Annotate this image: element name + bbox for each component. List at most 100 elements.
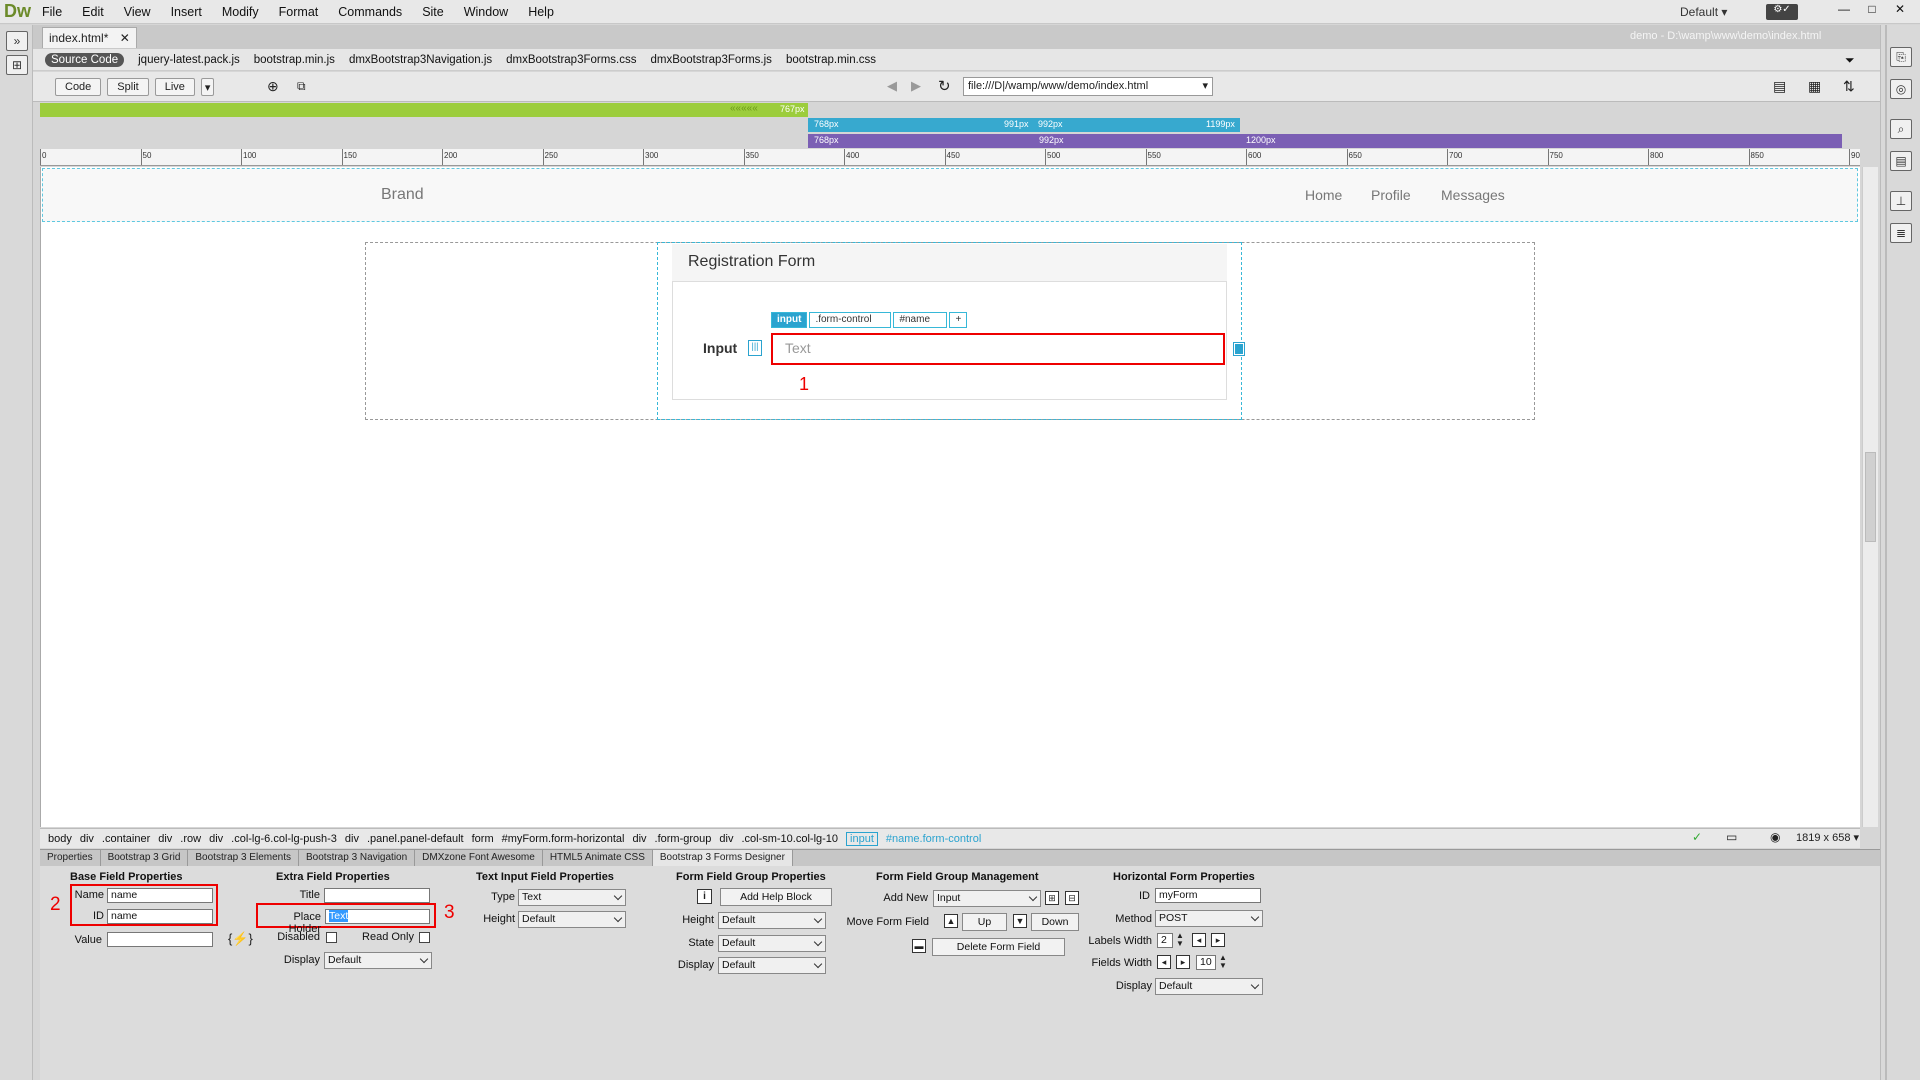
- ffg-height-select[interactable]: Default: [718, 912, 826, 929]
- database-icon[interactable]: ◎: [1890, 79, 1912, 99]
- id-field[interactable]: name: [107, 909, 213, 924]
- collapse-arrows-icon[interactable]: »: [6, 31, 28, 51]
- tag-crumb[interactable]: .col-lg-6.col-lg-push-3: [231, 833, 337, 845]
- media-query-max-767[interactable]: 767px «««««: [40, 103, 808, 117]
- info-icon[interactable]: i: [697, 889, 712, 904]
- state-select[interactable]: Default: [718, 935, 826, 952]
- assets-icon[interactable]: ▤: [1890, 151, 1912, 171]
- labels-increase-icon[interactable]: ▸: [1211, 933, 1225, 947]
- sitemap-icon[interactable]: ⊥: [1890, 191, 1912, 211]
- title-field[interactable]: [324, 888, 430, 903]
- tag-crumb[interactable]: body: [48, 833, 72, 845]
- visual-aids-icon[interactable]: ▤: [1773, 78, 1786, 95]
- menu-view[interactable]: View: [124, 5, 151, 19]
- tag-crumb[interactable]: div: [80, 833, 94, 845]
- menu-commands[interactable]: Commands: [338, 5, 402, 19]
- menu-file[interactable]: File: [42, 5, 62, 19]
- device-preview-icon[interactable]: ▭: [1726, 830, 1737, 844]
- labels-stepper-icon[interactable]: ▲ ▼: [1176, 932, 1184, 948]
- media-query-768-1199[interactable]: 768px 991px 992px 1199px: [808, 118, 1240, 132]
- tag-crumb-selected-class[interactable]: #name.form-control: [886, 833, 981, 845]
- tag-crumb[interactable]: div: [345, 833, 359, 845]
- tag-crumb[interactable]: form: [472, 833, 494, 845]
- tag-crumb[interactable]: div: [209, 833, 223, 845]
- related-file[interactable]: dmxBootstrap3Navigation.js: [349, 54, 492, 66]
- code-inspect-icon[interactable]: ⌕: [1890, 119, 1912, 139]
- delete-icon[interactable]: ▬: [912, 939, 926, 953]
- method-select[interactable]: POST: [1155, 910, 1263, 927]
- page-options-icon[interactable]: ▦: [1808, 78, 1821, 95]
- tag-crumb-selected[interactable]: input: [846, 831, 878, 846]
- live-dropdown-icon[interactable]: ▾: [200, 78, 215, 96]
- tab-forms-designer[interactable]: Bootstrap 3 Forms Designer: [652, 850, 793, 866]
- nav-profile[interactable]: Profile: [1371, 187, 1411, 203]
- tag-crumb[interactable]: div: [158, 833, 172, 845]
- hud-tag[interactable]: input: [771, 312, 808, 328]
- snippets-icon[interactable]: ≣: [1890, 223, 1912, 243]
- navbar[interactable]: Brand Home Profile Messages: [42, 168, 1858, 222]
- menu-insert[interactable]: Insert: [171, 5, 202, 19]
- move-down-icon[interactable]: ▼: [1013, 914, 1027, 928]
- move-down-button[interactable]: Down: [1031, 913, 1079, 931]
- related-file[interactable]: dmxBootstrap3Forms.js: [651, 54, 772, 66]
- labels-width-field[interactable]: 2: [1157, 933, 1173, 948]
- close-icon[interactable]: ✕: [1886, 2, 1914, 20]
- related-file[interactable]: jquery-latest.pack.js: [138, 54, 240, 66]
- gear-icon[interactable]: ⚙✓: [1766, 4, 1798, 20]
- inspect-target-icon[interactable]: ⊕: [267, 78, 279, 95]
- fields-increase-icon[interactable]: ▸: [1176, 955, 1190, 969]
- insert-panel-icon[interactable]: ⊞: [6, 55, 28, 75]
- hud-add-button[interactable]: +: [949, 312, 968, 328]
- address-bar[interactable]: file:///D|/wamp/www/demo/index.html ▾: [963, 77, 1213, 96]
- tab-properties[interactable]: Properties: [40, 850, 101, 866]
- address-dropdown-icon[interactable]: ▾: [1202, 79, 1208, 92]
- name-field[interactable]: name: [107, 888, 213, 903]
- back-arrow-icon[interactable]: ◀: [887, 78, 897, 94]
- media-query-min-768[interactable]: 768px 992px 1200px: [808, 134, 1842, 148]
- insert-icon[interactable]: ⎘: [1890, 47, 1912, 67]
- labels-decrease-icon[interactable]: ◂: [1192, 933, 1206, 947]
- tag-crumb[interactable]: .row: [180, 833, 201, 845]
- move-up-icon[interactable]: ▲: [944, 914, 958, 928]
- menu-format[interactable]: Format: [279, 5, 319, 19]
- refresh-icon[interactable]: ↻: [938, 77, 951, 95]
- nav-messages[interactable]: Messages: [1441, 187, 1505, 203]
- menu-modify[interactable]: Modify: [222, 5, 259, 19]
- form-id-field[interactable]: myForm: [1155, 888, 1261, 903]
- workspace-switcher[interactable]: Default ▾: [1680, 5, 1727, 19]
- navbar-brand[interactable]: Brand: [381, 186, 424, 204]
- window-size[interactable]: 1819 x 658 ▾: [1796, 831, 1859, 844]
- minimize-icon[interactable]: —: [1830, 2, 1858, 20]
- tag-crumb[interactable]: #myForm.form-horizontal: [502, 833, 625, 845]
- tag-crumb[interactable]: .panel.panel-default: [367, 833, 464, 845]
- resize-handle-icon[interactable]: |||: [748, 340, 762, 356]
- placeholder-field[interactable]: Text: [325, 909, 430, 924]
- tab-index-html[interactable]: index.html* ✕: [42, 27, 137, 48]
- filter-icon[interactable]: ⏷: [1845, 53, 1855, 68]
- hud-class[interactable]: .form-control: [809, 312, 892, 328]
- menu-help[interactable]: Help: [528, 5, 554, 19]
- delete-form-field-button[interactable]: Delete Form Field: [932, 938, 1065, 956]
- vertical-scrollbar[interactable]: [1862, 167, 1878, 827]
- add-help-block-button[interactable]: Add Help Block: [720, 888, 832, 906]
- tag-crumb[interactable]: .form-group: [655, 833, 712, 845]
- tab-bootstrap-elements[interactable]: Bootstrap 3 Elements: [188, 850, 299, 866]
- display-select[interactable]: Default: [324, 952, 432, 969]
- menu-site[interactable]: Site: [422, 5, 444, 19]
- multiscreen-icon[interactable]: ⧉: [297, 79, 306, 94]
- scrollbar-thumb[interactable]: [1865, 452, 1876, 542]
- text-input[interactable]: Text: [771, 333, 1225, 365]
- related-file[interactable]: dmxBootstrap3Forms.css: [506, 54, 636, 66]
- tab-font-awesome[interactable]: DMXzone Font Awesome: [415, 850, 543, 866]
- split-view-button[interactable]: Split: [107, 78, 149, 96]
- tab-bootstrap-navigation[interactable]: Bootstrap 3 Navigation: [299, 850, 416, 866]
- dynamic-data-icon[interactable]: {⚡}: [228, 931, 253, 947]
- related-file[interactable]: bootstrap.min.js: [254, 54, 335, 66]
- nav-home[interactable]: Home: [1305, 187, 1342, 203]
- valid-check-icon[interactable]: ✓: [1692, 830, 1702, 844]
- forward-arrow-icon[interactable]: ▶: [911, 78, 921, 94]
- menu-edit[interactable]: Edit: [82, 5, 104, 19]
- menu-window[interactable]: Window: [464, 5, 508, 19]
- height-select[interactable]: Default: [518, 911, 626, 928]
- sync-icon[interactable]: ⇅: [1843, 78, 1855, 95]
